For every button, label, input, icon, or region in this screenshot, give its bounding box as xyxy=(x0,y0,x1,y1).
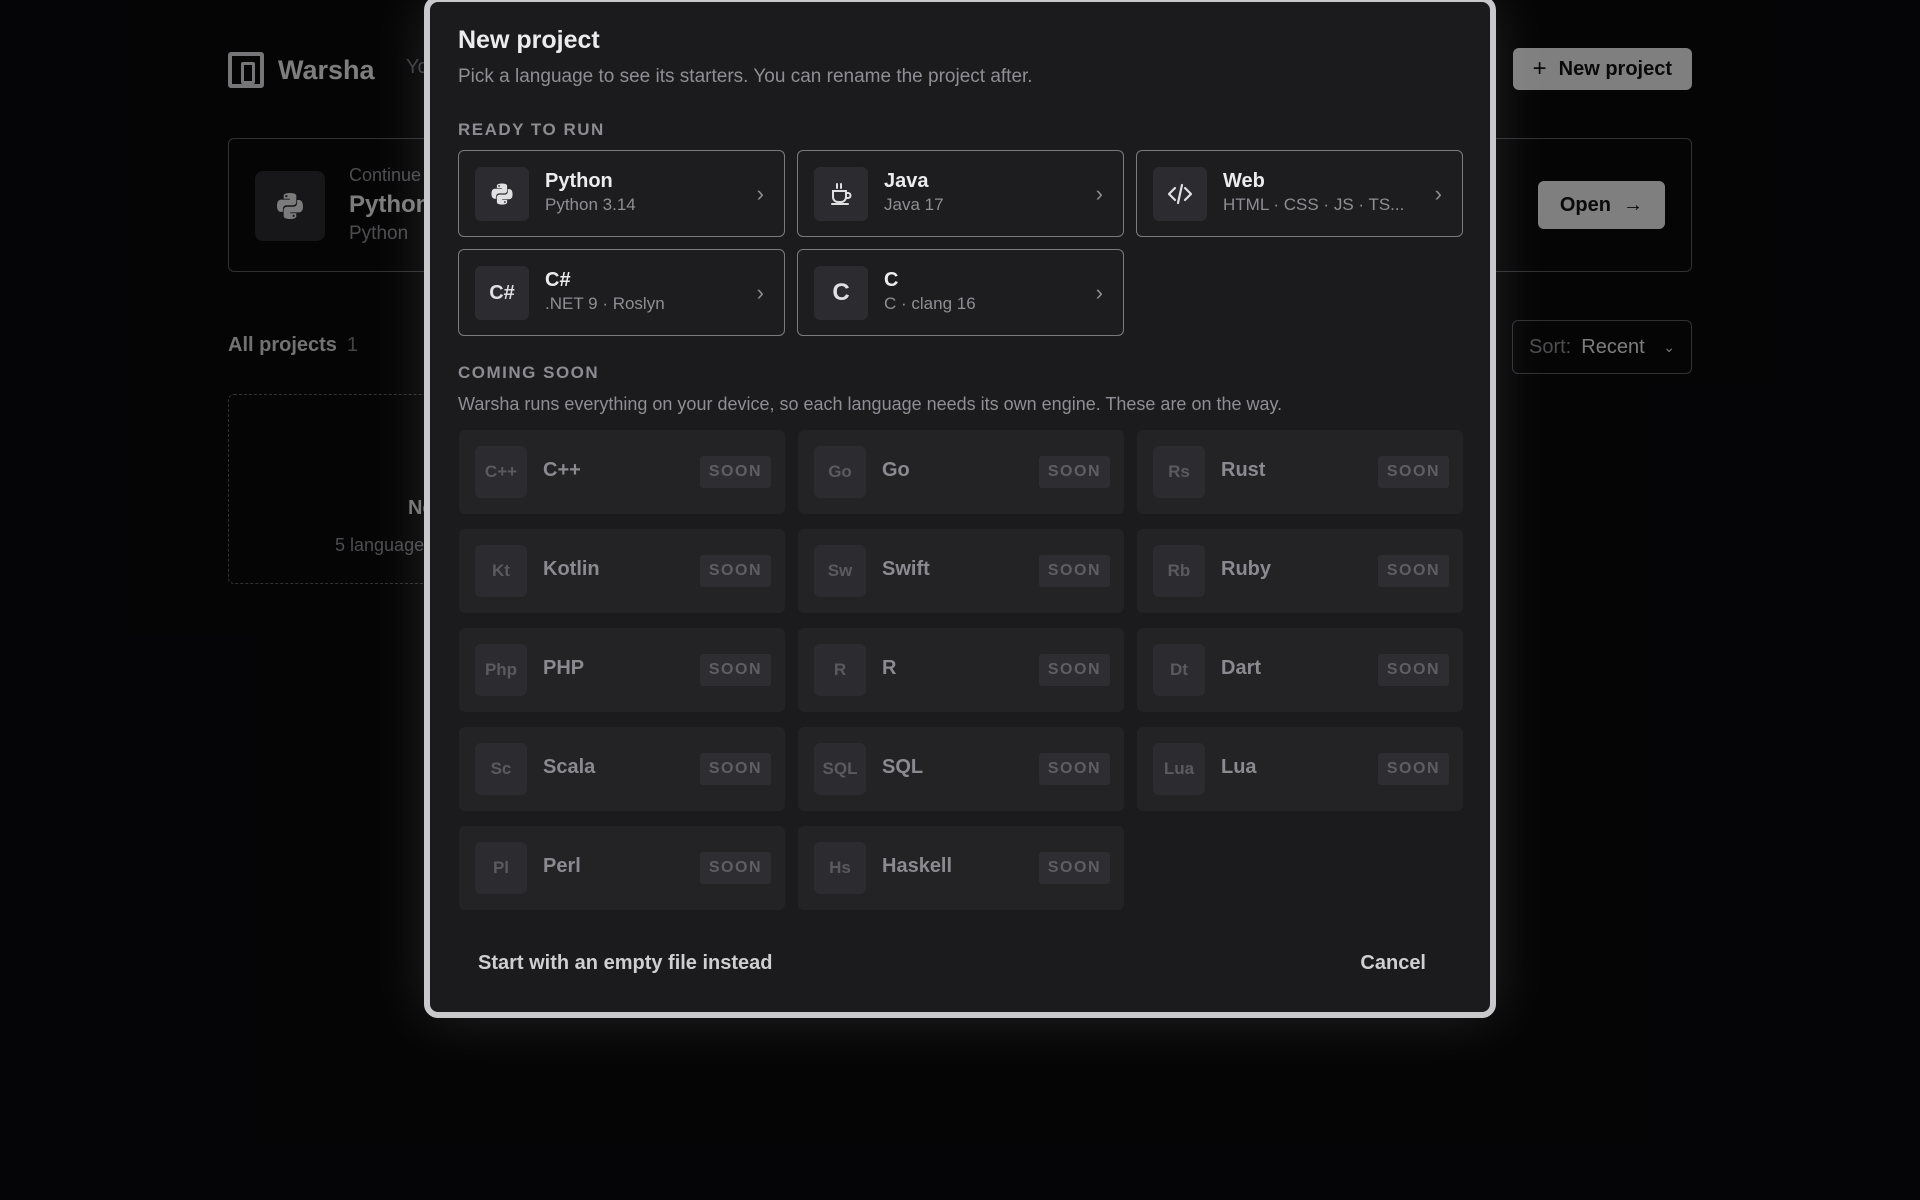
language-name: Web xyxy=(1223,170,1265,192)
soon-badge: SOON xyxy=(1038,654,1110,686)
language-name: C++ xyxy=(543,459,581,481)
language-name: Lua xyxy=(1221,756,1257,778)
c-icon: C xyxy=(814,266,868,320)
soon-badge: SOON xyxy=(699,456,771,488)
language-card-kotlin: Kt Kotlin SOON xyxy=(459,529,785,613)
language-abbr-icon: Sw xyxy=(814,545,866,597)
soon-badge: SOON xyxy=(1038,555,1110,587)
language-card-ruby: Rb Ruby SOON xyxy=(1137,529,1463,613)
coffee-cup-icon xyxy=(814,167,868,221)
cancel-button[interactable]: Cancel xyxy=(1360,952,1426,975)
code-brackets-icon xyxy=(1153,167,1207,221)
ready-section-label: READY TO RUN xyxy=(458,120,605,139)
language-abbr-icon: Rb xyxy=(1153,545,1205,597)
soon-badge: SOON xyxy=(699,753,771,785)
language-name: Swift xyxy=(882,558,930,580)
soon-section-description: Warsha runs everything on your device, s… xyxy=(458,394,1283,414)
language-name: Rust xyxy=(1221,459,1266,481)
language-card-rust: Rs Rust SOON xyxy=(1137,430,1463,514)
language-name: Java xyxy=(884,170,929,192)
language-name: Haskell xyxy=(882,855,953,877)
soon-badge: SOON xyxy=(699,555,771,587)
language-card-web[interactable]: Web HTML · CSS · JS · TS... › xyxy=(1136,150,1463,237)
language-card-perl: Pl Perl SOON xyxy=(459,826,785,910)
dialog-subtitle: Pick a language to see its starters. You… xyxy=(458,66,1033,87)
soon-badge: SOON xyxy=(1038,852,1110,884)
language-name: Perl xyxy=(543,855,581,877)
language-abbr-icon: Go xyxy=(814,446,866,498)
language-name: Kotlin xyxy=(543,558,600,580)
language-card-lua: Lua Lua SOON xyxy=(1137,727,1463,811)
soon-section-label: COMING SOON xyxy=(458,363,600,382)
language-card-haskell: Hs Haskell SOON xyxy=(798,826,1124,910)
language-meta: C · clang 16 xyxy=(884,294,976,313)
language-card-r: R R SOON xyxy=(798,628,1124,712)
language-abbr-icon: R xyxy=(814,644,866,696)
soon-badge: SOON xyxy=(1377,555,1449,587)
language-name: R xyxy=(882,657,897,679)
soon-badge: SOON xyxy=(699,654,771,686)
language-abbr-icon: Lua xyxy=(1153,743,1205,795)
python-icon xyxy=(475,167,529,221)
language-abbr-icon: Pl xyxy=(475,842,527,894)
language-abbr-icon: Rs xyxy=(1153,446,1205,498)
soon-badge: SOON xyxy=(1377,456,1449,488)
language-name: Ruby xyxy=(1221,558,1271,580)
csharp-icon: C# xyxy=(475,266,529,320)
language-card-go: Go Go SOON xyxy=(798,430,1124,514)
soon-badge: SOON xyxy=(699,852,771,884)
language-abbr-icon: SQL xyxy=(814,743,866,795)
language-card-swift: Sw Swift SOON xyxy=(798,529,1124,613)
language-abbr-icon: Kt xyxy=(475,545,527,597)
chevron-right-icon: › xyxy=(1095,280,1103,305)
soon-badge: SOON xyxy=(1377,753,1449,785)
language-name: Dart xyxy=(1221,657,1262,679)
language-name: Go xyxy=(882,459,910,481)
dialog-title: New project xyxy=(458,26,600,54)
chevron-right-icon: › xyxy=(1434,181,1442,206)
language-meta: .NET 9 · Roslyn xyxy=(545,294,665,313)
language-card-php: Php PHP SOON xyxy=(459,628,785,712)
language-meta: Python 3.14 xyxy=(545,195,636,214)
language-name: Python xyxy=(545,170,613,192)
language-card-java[interactable]: Java Java 17 › xyxy=(797,150,1124,237)
soon-badge: SOON xyxy=(1038,456,1110,488)
language-card-scala: Sc Scala SOON xyxy=(459,727,785,811)
language-name: Scala xyxy=(543,756,596,778)
language-card-c[interactable]: C C C · clang 16 › xyxy=(797,249,1124,336)
language-card-dart: Dt Dart SOON xyxy=(1137,628,1463,712)
language-meta: Java 17 xyxy=(884,195,944,214)
language-card-python[interactable]: Python Python 3.14 › xyxy=(458,150,785,237)
language-name: SQL xyxy=(882,756,924,778)
language-card-c: C++ C++ SOON xyxy=(459,430,785,514)
language-abbr-icon: Dt xyxy=(1153,644,1205,696)
chevron-right-icon: › xyxy=(756,181,764,206)
soon-badge: SOON xyxy=(1377,654,1449,686)
new-project-dialog: New project Pick a language to see its s… xyxy=(424,0,1496,1018)
chevron-right-icon: › xyxy=(1095,181,1103,206)
empty-file-button[interactable]: Start with an empty file instead xyxy=(478,952,773,975)
language-abbr-icon: Sc xyxy=(475,743,527,795)
language-meta: HTML · CSS · JS · TS... xyxy=(1223,195,1405,214)
language-name: PHP xyxy=(543,657,585,679)
language-name: C# xyxy=(545,269,571,291)
chevron-right-icon: › xyxy=(756,280,764,305)
language-card-sql: SQL SQL SOON xyxy=(798,727,1124,811)
language-name: C xyxy=(884,269,899,291)
language-abbr-icon: Php xyxy=(475,644,527,696)
soon-badge: SOON xyxy=(1038,753,1110,785)
language-card-csharp[interactable]: C# C# .NET 9 · Roslyn › xyxy=(458,249,785,336)
language-abbr-icon: Hs xyxy=(814,842,866,894)
language-abbr-icon: C++ xyxy=(475,446,527,498)
